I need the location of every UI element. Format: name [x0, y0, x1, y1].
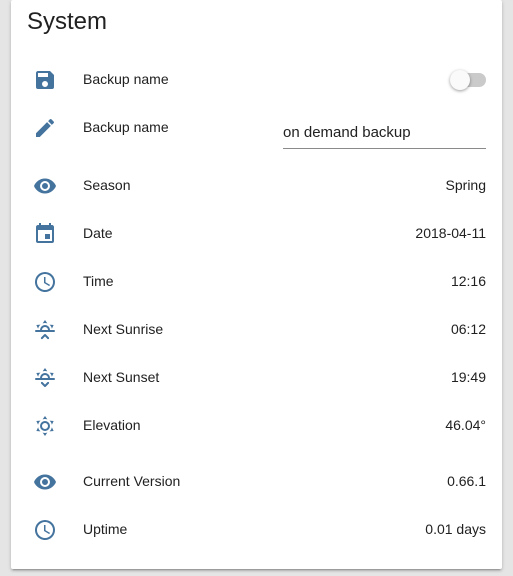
next-sunrise-row[interactable]: Next Sunrise 06:12: [11, 306, 502, 354]
backup-name-input-row: Backup name: [11, 104, 502, 152]
next-sunset-row[interactable]: Next Sunset 19:49: [11, 354, 502, 402]
season-row[interactable]: Season Spring: [11, 162, 502, 210]
row-value: 12:16: [450, 273, 486, 289]
row-label: Uptime: [83, 521, 128, 537]
row-label: Elevation: [83, 417, 141, 433]
card-title: System: [27, 8, 108, 35]
row-label: Backup name: [83, 119, 169, 135]
row-value: 0.66.1: [447, 473, 486, 489]
sun-icon: [33, 414, 57, 438]
toggle-thumb[interactable]: [450, 70, 470, 90]
row-label: Next Sunrise: [83, 321, 164, 337]
pencil-icon: [33, 116, 57, 140]
row-label: Time: [83, 273, 114, 289]
row-label: Backup name: [83, 71, 169, 87]
row-label: Season: [83, 177, 131, 193]
clock-icon: [33, 270, 57, 294]
elevation-row[interactable]: Elevation 46.04°: [11, 402, 502, 450]
current-version-row[interactable]: Current Version 0.66.1: [11, 458, 502, 506]
date-row[interactable]: Date 2018-04-11: [11, 210, 502, 258]
backup-toggle-switch[interactable]: [450, 70, 486, 90]
row-value: 0.01 days: [425, 521, 486, 537]
backup-name-toggle-row[interactable]: Backup name: [11, 56, 502, 104]
row-value: 2018-04-11: [415, 225, 486, 241]
uptime-row[interactable]: Uptime 0.01 days: [11, 506, 502, 554]
row-label: Next Sunset: [83, 369, 160, 385]
system-card: System Backup name Backup name Season Sp…: [11, 0, 502, 569]
eye-icon: [33, 174, 57, 198]
clock-icon: [33, 518, 57, 542]
row-label: Current Version: [83, 473, 181, 489]
eye-icon: [33, 470, 57, 494]
sunrise-icon: [33, 318, 57, 342]
calendar-icon: [33, 222, 57, 246]
time-row[interactable]: Time 12:16: [11, 258, 502, 306]
row-value: Spring: [445, 177, 486, 193]
floppy-disk-icon: [33, 68, 57, 92]
row-value: 46.04°: [445, 417, 486, 433]
row-value: 06:12: [450, 321, 486, 337]
row-label: Date: [83, 225, 113, 241]
sunset-icon: [33, 366, 57, 390]
backup-name-input[interactable]: [283, 112, 486, 149]
row-value: 19:49: [450, 369, 486, 385]
